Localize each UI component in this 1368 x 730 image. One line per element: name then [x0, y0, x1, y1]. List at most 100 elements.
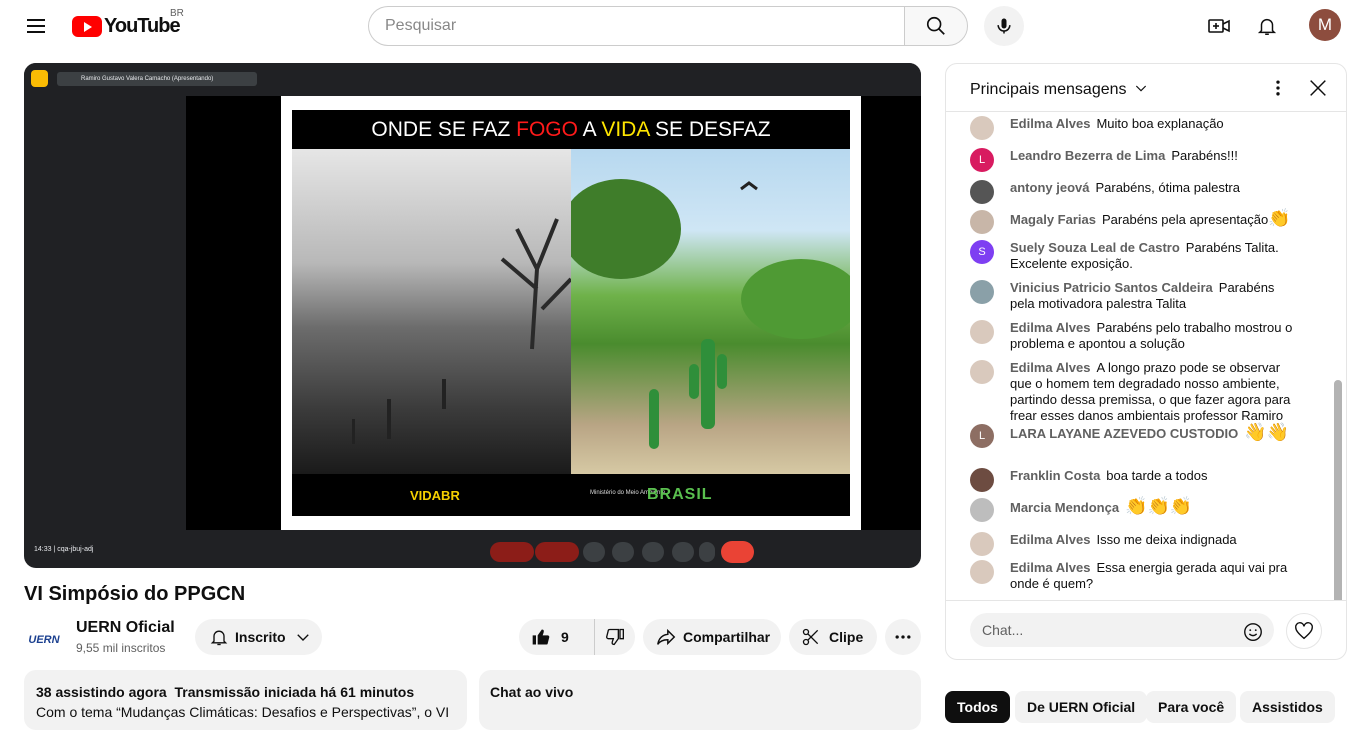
meet-top-bar: Ramiro Gustavo Valera Camacho (Apresenta… [24, 63, 921, 95]
chat-message[interactable]: Edilma Alves Parabéns pelo trabalho mostr… [970, 320, 1300, 352]
video-player[interactable]: Ramiro Gustavo Valera Camacho (Apresenta… [24, 63, 921, 568]
channel-avatar[interactable]: UERN [24, 620, 64, 660]
captions-button[interactable] [583, 542, 605, 562]
chat-avatar[interactable] [970, 116, 994, 140]
chat-message[interactable]: Edilma Alves Muito boa explanação [970, 116, 1300, 140]
chat-avatar[interactable]: L [970, 424, 994, 448]
notifications-button[interactable] [1250, 9, 1284, 43]
chat-author[interactable]: Edilma Alves [1010, 532, 1090, 547]
chip-from-channel[interactable]: De UERN Oficial [1015, 691, 1148, 723]
chat-avatar[interactable] [970, 180, 994, 204]
chat-message[interactable]: Magaly Farias Parabéns pela apresentação👏 [970, 209, 1300, 234]
chat-message[interactable]: Franklin Costa boa tarde a todos [970, 468, 1300, 492]
chat-avatar[interactable] [970, 532, 994, 556]
chat-input[interactable] [970, 613, 1274, 647]
chat-author[interactable]: Vinicius Patricio Santos Caldeira [1010, 280, 1213, 295]
voice-search-button[interactable] [984, 6, 1024, 46]
clip-button[interactable]: Clipe [789, 619, 877, 655]
share-button[interactable]: Compartilhar [643, 619, 781, 655]
chat-author[interactable]: Edilma Alves [1010, 116, 1090, 131]
chat-more-button[interactable] [1266, 76, 1290, 100]
chat-author[interactable]: Leandro Bezerra de Lima [1010, 148, 1165, 163]
chat-avatar[interactable] [970, 468, 994, 492]
more-actions-button[interactable] [885, 619, 921, 655]
heart-reaction-button[interactable] [1286, 613, 1322, 649]
live-chat-collapsed[interactable]: Chat ao vivo [479, 670, 921, 730]
description-stats: 38 assistindo agora Transmissão iniciada… [36, 684, 455, 700]
top-bar: YouTube BR M [0, 0, 1368, 52]
chat-author[interactable]: Franklin Costa [1010, 468, 1100, 483]
mic-toggle[interactable] [490, 542, 534, 562]
slide-title-part: SE DESFAZ [649, 118, 771, 141]
chat-text: Parabéns pela apresentação [1102, 212, 1269, 227]
more-vertical-icon [1276, 80, 1280, 96]
chat-close-button[interactable] [1306, 76, 1330, 100]
chat-avatar[interactable] [970, 498, 994, 522]
dislike-button[interactable] [595, 619, 635, 655]
chat-message-body: antony jeová Parabéns, ótima palestra [1010, 180, 1300, 196]
logo-text: YouTube [104, 14, 181, 37]
subscribed-button[interactable]: Inscrito [195, 619, 322, 655]
chat-author[interactable]: antony jeová [1010, 180, 1089, 195]
chat-message[interactable]: L Leandro Bezerra de Lima Parabéns!!! [970, 148, 1300, 172]
hamburger-menu-icon[interactable] [20, 10, 52, 42]
create-video-icon [1208, 19, 1230, 33]
chat-message-body: Leandro Bezerra de Lima Parabéns!!! [1010, 148, 1300, 164]
chat-message[interactable]: Marcia Mendonça 👏👏👏 [970, 496, 1300, 522]
chat-message-list[interactable]: Edilma Alves Muito boa explanação L Leandro… [946, 112, 1346, 600]
more-options-button[interactable] [699, 542, 715, 562]
chat-emoji: 👏👏👏 [1125, 496, 1193, 516]
chat-avatar[interactable]: L [970, 148, 994, 172]
chat-author[interactable]: Edilma Alves [1010, 360, 1090, 375]
chat-avatar[interactable] [970, 560, 994, 584]
chat-avatar[interactable] [970, 360, 994, 384]
search-icon [926, 16, 945, 35]
subscriber-count: 9,55 mil inscritos [76, 641, 166, 655]
chat-author[interactable]: Marcia Mendonça [1010, 500, 1119, 515]
chat-author[interactable]: Edilma Alves [1010, 560, 1090, 575]
emoji-button[interactable] [612, 542, 634, 562]
slide-title-life: VIDA [601, 118, 650, 141]
chat-message-body: LARA LAYANE AZEVEDO CUSTODIO 👋👋 [1010, 423, 1300, 442]
chat-scrollbar[interactable] [1334, 380, 1342, 600]
chat-avatar[interactable] [970, 280, 994, 304]
search-input[interactable] [368, 6, 904, 46]
raise-hand-button[interactable] [672, 542, 694, 562]
create-button[interactable] [1202, 9, 1236, 43]
chat-author[interactable]: Magaly Farias [1010, 212, 1096, 227]
description-box[interactable]: 38 assistindo agora Transmissão iniciada… [24, 670, 467, 730]
account-avatar[interactable]: M [1309, 9, 1341, 41]
chip-watched[interactable]: Assistidos [1240, 691, 1335, 723]
smiley-icon [1244, 623, 1262, 641]
slide-title-fire: FOGO [516, 118, 578, 141]
chat-message[interactable]: Vinicius Patricio Santos Caldeira Parabén… [970, 280, 1300, 312]
like-dislike-group: 9 [519, 619, 635, 655]
chat-message[interactable]: L LARA LAYANE AZEVEDO CUSTODIO 👋👋 [970, 423, 1300, 448]
youtube-play-icon [72, 15, 102, 37]
emoji-picker-button[interactable] [1242, 621, 1266, 641]
search-button[interactable] [904, 6, 968, 46]
present-button[interactable] [642, 542, 664, 562]
chat-message[interactable]: antony jeová Parabéns, ótima palestra [970, 180, 1300, 204]
chat-message[interactable]: Edilma Alves A longo prazo pode se observ… [970, 360, 1300, 424]
chat-author[interactable]: Edilma Alves [1010, 320, 1090, 335]
chat-message[interactable]: S Suely Souza Leal de Castro Parabéns Tali… [970, 240, 1300, 272]
chat-avatar[interactable]: S [970, 240, 994, 264]
youtube-logo[interactable]: YouTube BR [72, 8, 184, 38]
chat-author[interactable]: Suely Souza Leal de Castro [1010, 240, 1180, 255]
chat-message[interactable]: Edilma Alves Essa energia gerada aqui vai… [970, 560, 1300, 592]
chip-for-you[interactable]: Para você [1146, 691, 1237, 723]
chat-mode-dropdown[interactable]: Principais mensagens [970, 80, 1149, 99]
chip-all[interactable]: Todos [945, 691, 1010, 723]
chat-avatar[interactable] [970, 320, 994, 344]
close-icon [1310, 80, 1326, 96]
chat-message[interactable]: Edilma Alves Isso me deixa indignada [970, 532, 1300, 556]
chat-author[interactable]: LARA LAYANE AZEVEDO CUSTODIO [1010, 426, 1238, 441]
chat-avatar[interactable] [970, 210, 994, 234]
chat-message-body: Magaly Farias Parabéns pela apresentação👏 [1010, 209, 1300, 228]
chat-message-body: Vinicius Patricio Santos Caldeira Parabén… [1010, 280, 1300, 312]
channel-name[interactable]: UERN Oficial [76, 619, 175, 637]
end-call-button[interactable] [721, 541, 754, 563]
like-button[interactable]: 9 [519, 619, 595, 655]
camera-toggle[interactable] [535, 542, 579, 562]
